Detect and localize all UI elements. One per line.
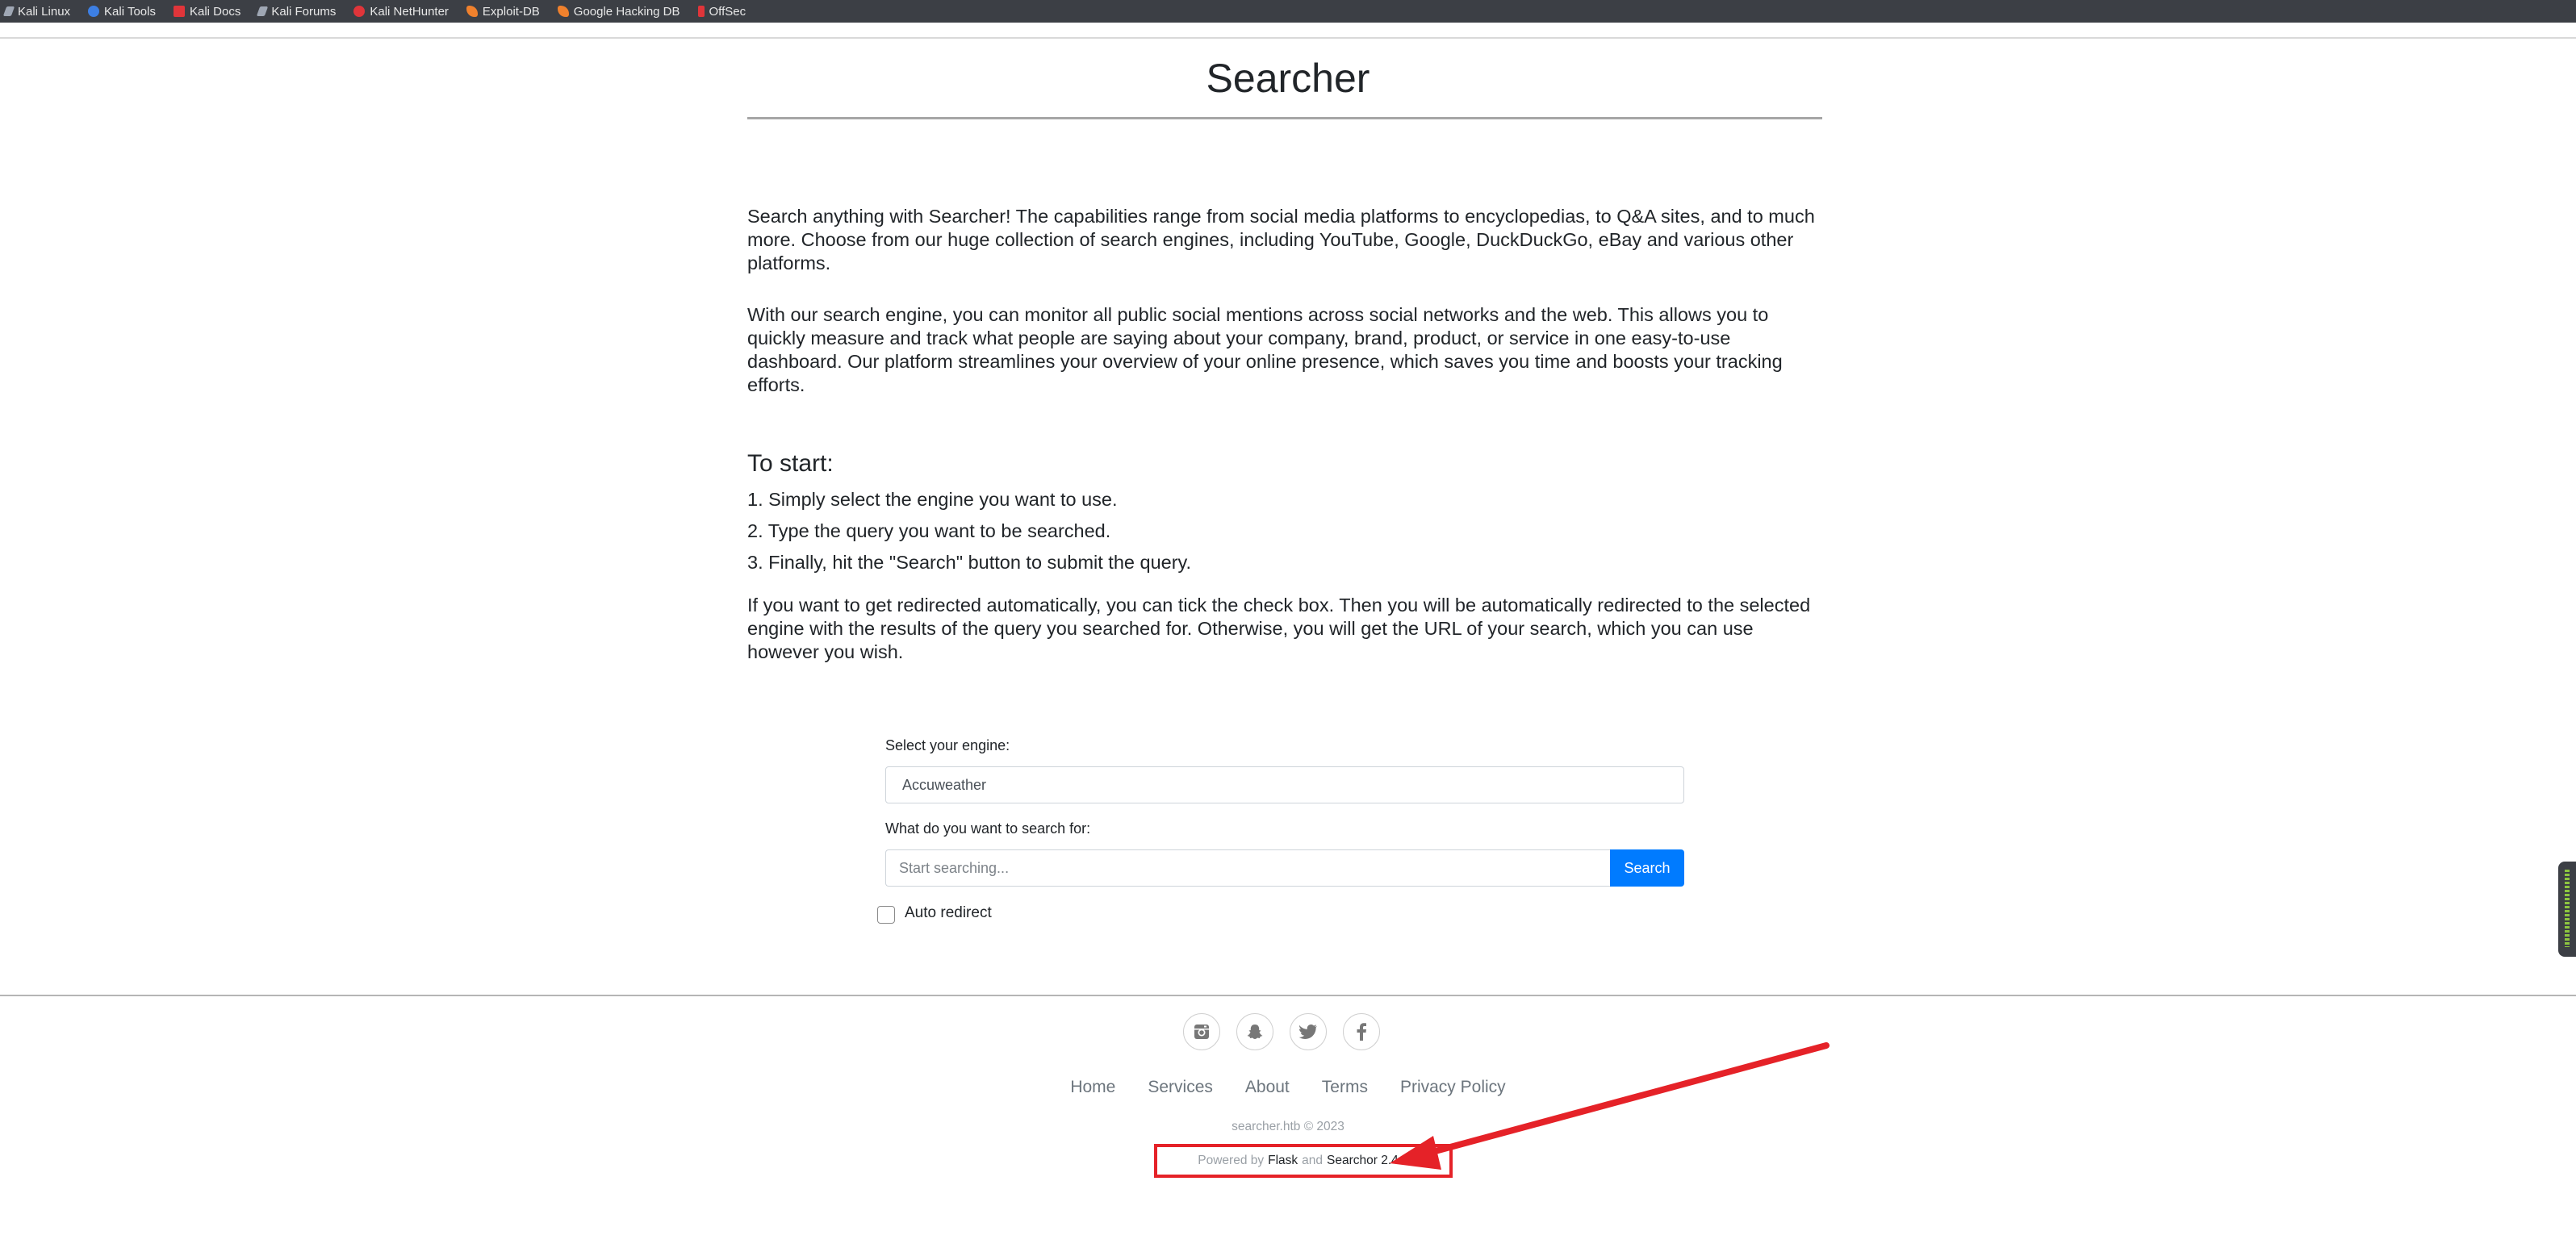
bookmarks-bar: Kali Linux Kali Tools Kali Docs Kali For…	[0, 0, 2576, 23]
title-divider	[747, 117, 1822, 119]
step-item: 2. Type the query you want to be searche…	[747, 520, 1111, 541]
footer-link-services[interactable]: Services	[1148, 1078, 1213, 1097]
level-meter-icon	[2565, 870, 2570, 947]
steps-list: 1. Simply select the engine you want to …	[747, 484, 1822, 578]
footer-divider	[0, 995, 2576, 996]
footer-link-terms[interactable]: Terms	[1322, 1078, 1368, 1097]
page-title: Searcher	[1206, 56, 1370, 101]
bookmark-kali-docs[interactable]: Kali Docs	[173, 4, 241, 19]
footer-link-about[interactable]: About	[1245, 1078, 1290, 1097]
twitter-icon	[1298, 1025, 1317, 1039]
snapchat-icon	[1247, 1025, 1263, 1039]
intro-paragraph-1: Search anything with Searcher! The capab…	[747, 206, 1815, 273]
bookmark-kali-nethunter[interactable]: Kali NetHunter	[353, 5, 449, 19]
annotation-arrow	[1390, 1042, 1830, 1170]
engine-select[interactable]: Accuweather	[885, 766, 1684, 803]
bookmark-label: OffSec	[709, 4, 746, 19]
engine-label: Select your engine:	[885, 737, 1010, 753]
kali-tools-icon	[88, 6, 100, 17]
ghdb-icon	[557, 6, 569, 17]
step-item: 1. Simply select the engine you want to …	[747, 489, 1118, 510]
bookmark-kali-tools[interactable]: Kali Tools	[88, 5, 156, 19]
intro-paragraph-2: With our search engine, you can monitor …	[747, 304, 1783, 395]
bookmark-kali-linux[interactable]: Kali Linux	[2, 4, 71, 19]
offsec-icon	[697, 6, 705, 17]
header-divider	[0, 37, 2576, 39]
copyright: searcher.htb © 2023	[1232, 1120, 1344, 1133]
bookmark-label: Kali Docs	[189, 4, 241, 19]
nethunter-icon	[353, 6, 366, 17]
search-input[interactable]	[885, 849, 1610, 887]
powered-by-and: and	[1302, 1154, 1324, 1167]
flask-link[interactable]: Flask	[1268, 1154, 1298, 1168]
bookmark-label: Kali Forums	[271, 4, 337, 19]
bookmark-exploit-db[interactable]: Exploit-DB	[466, 5, 540, 19]
kali-docs-icon	[173, 6, 185, 17]
kali-forums-icon	[257, 6, 269, 16]
bookmark-label: Kali Tools	[104, 4, 156, 19]
snapchat-button[interactable]	[1236, 1013, 1273, 1050]
bookmark-google-hacking-db[interactable]: Google Hacking DB	[557, 4, 680, 19]
auto-redirect-checkbox[interactable]	[877, 906, 895, 924]
side-panel-handle[interactable]	[2558, 862, 2576, 957]
query-label: What do you want to search for:	[885, 820, 1091, 837]
facebook-icon	[1357, 1023, 1366, 1041]
bookmark-offsec[interactable]: OffSec	[697, 4, 746, 19]
powered-by-prefix: Powered by	[1198, 1154, 1265, 1167]
auto-redirect-label: Auto redirect	[905, 904, 992, 921]
kali-dragon-icon	[2, 6, 15, 16]
instagram-icon	[1194, 1025, 1209, 1039]
social-links	[1183, 1013, 1380, 1050]
step-item: 3. Finally, hit the "Search" button to s…	[747, 552, 1192, 573]
search-button[interactable]: Search	[1610, 849, 1684, 887]
instagram-button[interactable]	[1183, 1013, 1220, 1050]
to-start-heading: To start:	[747, 450, 834, 477]
footer-link-home[interactable]: Home	[1070, 1078, 1115, 1097]
bookmark-kali-forums[interactable]: Kali Forums	[257, 4, 337, 19]
bookmark-label: Google Hacking DB	[573, 4, 680, 19]
bookmark-label: Kali Linux	[18, 4, 71, 19]
redirect-note: If you want to get redirected automatica…	[747, 595, 1811, 662]
bookmark-label: Kali NetHunter	[370, 4, 449, 19]
twitter-button[interactable]	[1290, 1013, 1327, 1050]
bookmark-label: Exploit-DB	[482, 4, 540, 19]
exploit-db-icon	[466, 6, 478, 17]
footer-nav: Home Services About Terms Privacy Policy	[0, 1078, 2576, 1097]
